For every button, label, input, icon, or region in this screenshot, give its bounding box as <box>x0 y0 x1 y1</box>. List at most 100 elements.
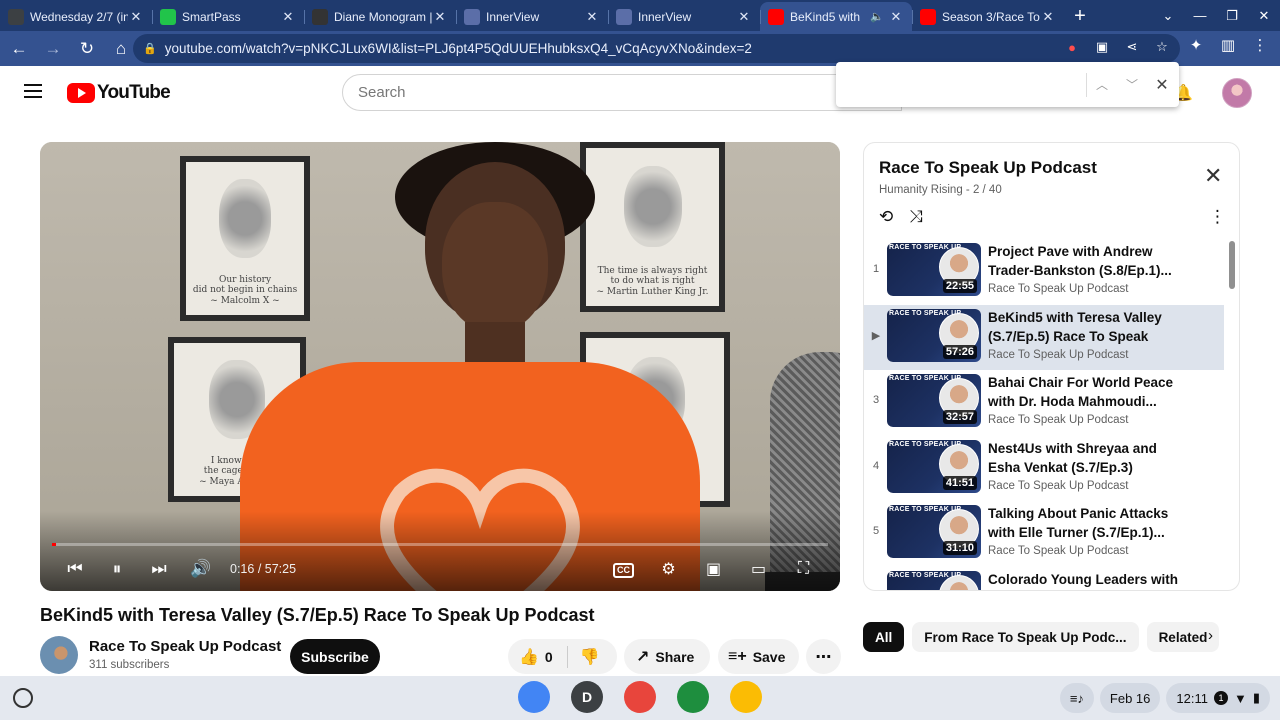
tab-close-icon[interactable]: ✕ <box>432 9 448 25</box>
browser-tab[interactable]: Season 3/Race To ✕ <box>912 2 1064 31</box>
window-controls: ⌄ — ❐ ✕ <box>1152 0 1280 31</box>
browser-tab[interactable]: Wednesday 2/7 (in ✕ <box>0 2 152 31</box>
paint-app-icon[interactable] <box>624 681 656 713</box>
playlist-item[interactable]: 3 RACE TO SPEAK UP 32:57 Bahai Chair For Wo… <box>864 370 1224 436</box>
browser-tab[interactable]: InnerView ✕ <box>608 2 760 31</box>
find-close-icon[interactable]: ✕ <box>1147 75 1177 95</box>
playlist-item[interactable]: 4 RACE TO SPEAK UP 41:51 Nest4Us with Shrey… <box>864 436 1224 502</box>
new-tab-button[interactable]: + <box>1064 2 1096 31</box>
screen: Wednesday 2/7 (in ✕ SmartPass ✕ Diane Monogr… <box>0 0 1280 720</box>
more-actions-button[interactable]: ⋯ <box>806 639 841 674</box>
tab-search-icon[interactable]: ⌄ <box>1152 8 1184 24</box>
youtube-logo[interactable]: YouTube <box>67 82 171 104</box>
reload-icon[interactable]: ↻ <box>72 34 102 64</box>
media-icon[interactable]: ● <box>1062 40 1082 55</box>
media-controls-icon[interactable]: ≡♪ <box>1059 683 1094 713</box>
search-box[interactable] <box>342 74 902 111</box>
next-icon[interactable]: ⏭ <box>138 559 180 579</box>
back-icon[interactable]: ← <box>4 34 34 64</box>
share-button[interactable]: ↗ Share <box>624 639 710 674</box>
playlist-item[interactable]: 1 RACE TO SPEAK UP 22:55 Project Pave with … <box>864 239 1224 305</box>
channel-avatar[interactable] <box>40 636 78 674</box>
browser-menu-icon[interactable]: ⋮ <box>1250 36 1270 54</box>
video-thumbnail[interactable]: RACE TO SPEAK UP <box>887 570 981 590</box>
settings-gear-icon[interactable]: ⚙ <box>646 559 691 579</box>
forward-icon[interactable]: → <box>38 34 68 64</box>
tab-title: Diane Monogram | <box>334 9 432 24</box>
video-thumbnail[interactable]: RACE TO SPEAK UP 57:26 <box>887 308 981 362</box>
miniplayer-icon[interactable]: ▣ <box>691 559 736 579</box>
tab-audio-icon[interactable]: 🔈 <box>870 10 884 23</box>
playlist-scrollbar[interactable] <box>1229 241 1235 289</box>
captions-icon[interactable]: CC <box>601 560 646 578</box>
save-button[interactable]: ≡+ Save <box>718 639 799 674</box>
close-window-icon[interactable]: ✕ <box>1248 8 1280 24</box>
account-avatar[interactable] <box>1222 78 1252 108</box>
dislike-icon[interactable]: 👎 <box>580 647 600 667</box>
channel-name[interactable]: Race To Speak Up Podcast <box>89 638 281 655</box>
share-icon[interactable]: ⋖ <box>1122 39 1142 55</box>
shuffle-icon[interactable]: ⤨ <box>909 207 923 227</box>
minimize-icon[interactable]: — <box>1184 8 1216 23</box>
volume-icon[interactable]: 🔊 <box>180 559 222 579</box>
loop-icon[interactable]: ⟲ <box>879 207 893 227</box>
browser-tab[interactable]: BeKind5 with 🔈 ✕ <box>760 2 912 31</box>
search-input[interactable] <box>358 84 901 101</box>
subscribe-button[interactable]: Subscribe <box>290 639 380 674</box>
browser-tab[interactable]: Diane Monogram | ✕ <box>304 2 456 31</box>
tab-close-icon[interactable]: ✕ <box>584 9 600 25</box>
menu-icon[interactable] <box>24 84 42 98</box>
find-next-icon[interactable]: ﹀ <box>1117 76 1147 93</box>
innerview-icon <box>464 8 480 25</box>
restore-icon[interactable]: ❐ <box>1216 8 1248 24</box>
tab-close-icon[interactable]: ✕ <box>128 9 144 25</box>
playlist-title[interactable]: Race To Speak Up Podcast <box>879 158 1097 178</box>
extensions-icon[interactable]: ✦ <box>1186 36 1206 54</box>
progress-bar[interactable] <box>52 543 828 546</box>
duration-badge: 57:26 <box>942 344 977 359</box>
playlist-item-channel: Race To Speak Up Podcast <box>988 545 1129 557</box>
video-player[interactable]: Our history did not begin in chains ~ Malc… <box>40 142 840 591</box>
video-thumbnail[interactable]: RACE TO SPEAK UP 41:51 <box>887 439 981 493</box>
playlist-add-icon: ≡+ <box>728 647 747 665</box>
video-thumbnail[interactable]: RACE TO SPEAK UP 22:55 <box>887 243 981 296</box>
tab-close-icon[interactable]: ✕ <box>1040 9 1056 25</box>
playlist-item[interactable]: RACE TO SPEAK UP Colorado Young Leaders w… <box>864 567 1224 590</box>
home-icon[interactable]: ⌂ <box>106 34 136 64</box>
browser-tab[interactable]: SmartPass ✕ <box>152 2 304 31</box>
fullscreen-icon[interactable]: ⛶ <box>781 560 826 578</box>
page-action-icon[interactable]: ▣ <box>1092 39 1112 55</box>
bookmark-star-icon[interactable]: ☆ <box>1152 39 1172 55</box>
video-thumbnail[interactable]: RACE TO SPEAK UP 31:10 <box>887 505 981 558</box>
launcher-icon[interactable] <box>13 688 33 708</box>
tab-close-icon[interactable]: ✕ <box>888 9 904 25</box>
account-app-icon[interactable]: D <box>571 681 603 713</box>
filter-chip[interactable]: From Race To Speak Up Podc... <box>912 622 1139 652</box>
address-bar[interactable]: 🔒 youtube.com/watch?v=pNKCJLux6WI&list=P… <box>133 34 1180 63</box>
calendar-date[interactable]: Feb 16 <box>1099 683 1161 713</box>
playlist-index: 5 <box>872 525 880 537</box>
like-icon[interactable]: 👍 <box>519 647 539 667</box>
playlist-more-icon[interactable]: ⋮ <box>1209 207 1226 227</box>
playlist-close-icon[interactable]: ✕ <box>1204 163 1222 189</box>
status-area[interactable]: 12:11 1 ▼ ▮ <box>1166 683 1270 713</box>
tab-close-icon[interactable]: ✕ <box>736 9 752 25</box>
browser-tab[interactable]: InnerView ✕ <box>456 2 608 31</box>
playlist-item[interactable]: ▶ RACE TO SPEAK UP 57:26 BeKind5 with Teres… <box>864 304 1224 370</box>
find-previous-icon[interactable]: ︿ <box>1087 76 1117 93</box>
tab-close-icon[interactable]: ✕ <box>280 9 296 25</box>
classroom-app-icon[interactable] <box>677 681 709 713</box>
chrome-app-icon[interactable] <box>518 681 550 713</box>
find-input[interactable] <box>850 76 1070 93</box>
filter-chip[interactable]: All <box>863 622 905 652</box>
share-arrow-icon: ↗ <box>636 648 650 666</box>
previous-icon[interactable]: ⏮ <box>54 559 96 579</box>
pause-icon[interactable]: ⏸ <box>96 559 138 579</box>
video-thumbnail[interactable]: RACE TO SPEAK UP 32:57 <box>887 374 981 427</box>
playlist-item-title: Bahai Chair For World Peace with Dr. Hod… <box>988 375 1174 409</box>
chevron-right-icon[interactable]: › <box>1208 627 1213 644</box>
theater-mode-icon[interactable]: ▭ <box>736 559 781 579</box>
playlist-item[interactable]: 5 RACE TO SPEAK UP 31:10 Talking About Pani… <box>864 501 1224 567</box>
drive-app-icon[interactable] <box>730 681 762 713</box>
side-panel-icon[interactable]: ▥ <box>1218 36 1238 54</box>
